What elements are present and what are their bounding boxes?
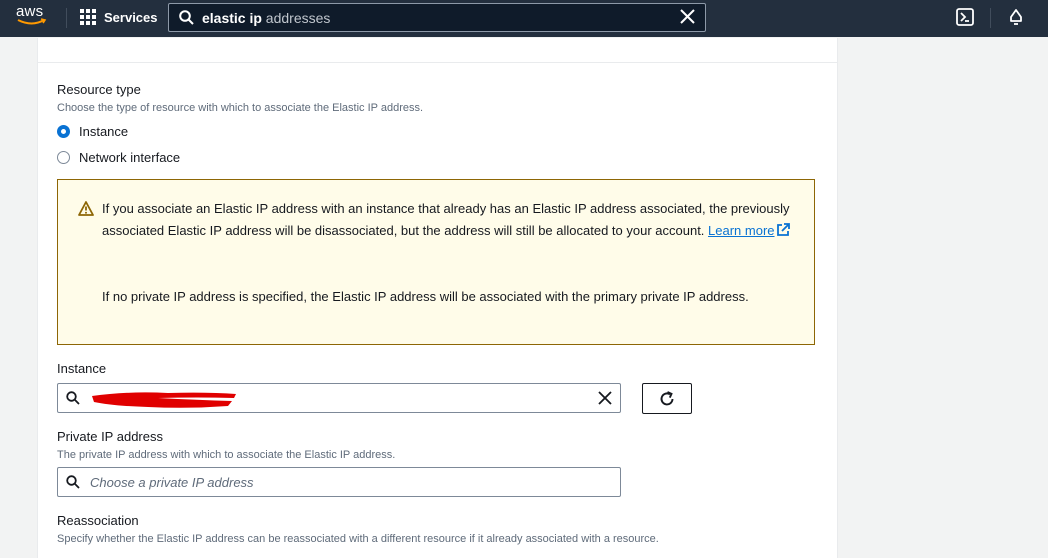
instance-label: Instance xyxy=(57,361,107,376)
external-link-icon[interactable] xyxy=(776,223,790,237)
learn-more-link[interactable]: Learn more xyxy=(708,223,774,238)
associate-elastic-ip-panel: Resource type Choose the type of resourc… xyxy=(37,38,838,558)
reassociation-label: Reassociation xyxy=(57,513,139,528)
refresh-icon xyxy=(660,391,674,406)
close-icon[interactable] xyxy=(680,9,695,24)
bell-icon[interactable] xyxy=(1007,8,1025,26)
search-query-bold: elastic ip xyxy=(202,9,262,26)
private-ip-placeholder: Choose a private IP address xyxy=(90,475,254,490)
radio-unselected-icon[interactable] xyxy=(57,151,70,164)
radio-selected-icon[interactable] xyxy=(57,125,70,138)
aws-logo[interactable]: aws xyxy=(16,3,48,29)
redacted-value-scribble xyxy=(92,392,236,408)
private-ip-description: The private IP address with which to ass… xyxy=(57,449,396,461)
private-ip-label: Private IP address xyxy=(57,429,163,444)
refresh-button[interactable] xyxy=(642,383,692,414)
instance-search-input[interactable] xyxy=(57,383,621,413)
radio-network-interface-label: Network interface xyxy=(79,150,181,165)
warning-alert: If you associate an Elastic IP address w… xyxy=(57,179,815,345)
nav-divider xyxy=(990,8,991,28)
alert-text-1: If you associate an Elastic IP address w… xyxy=(102,201,790,238)
warning-icon xyxy=(78,201,94,216)
panel-divider xyxy=(38,62,837,63)
search-icon xyxy=(66,475,80,489)
resource-type-label: Resource type xyxy=(57,82,141,97)
nav-divider xyxy=(66,8,67,28)
search-query-rest: addresses xyxy=(261,9,331,26)
alert-paragraph-2: If no private IP address is specified, t… xyxy=(102,289,749,304)
search-icon xyxy=(66,391,80,405)
clear-icon[interactable] xyxy=(598,391,612,405)
global-search-input[interactable]: elastic ip addresses xyxy=(168,3,706,32)
top-navigation: aws Services elastic ip addresses xyxy=(0,0,1048,37)
aws-smile-icon xyxy=(17,18,47,25)
search-query: elastic ip addresses xyxy=(202,10,330,26)
radio-network-interface[interactable]: Network interface xyxy=(57,150,180,165)
services-label: Services xyxy=(104,9,158,25)
services-menu-button[interactable]: Services xyxy=(80,9,158,25)
search-icon xyxy=(179,10,194,25)
resource-type-description: Choose the type of resource with which t… xyxy=(57,102,424,114)
alert-paragraph-1: If you associate an Elastic IP address w… xyxy=(102,198,792,242)
reassociation-description: Specify whether the Elastic IP address c… xyxy=(57,533,659,545)
grid-icon xyxy=(80,9,96,25)
cloudshell-icon[interactable] xyxy=(956,8,974,26)
radio-instance-label: Instance xyxy=(79,124,129,139)
private-ip-input[interactable]: Choose a private IP address xyxy=(57,467,621,497)
radio-instance[interactable]: Instance xyxy=(57,124,128,139)
